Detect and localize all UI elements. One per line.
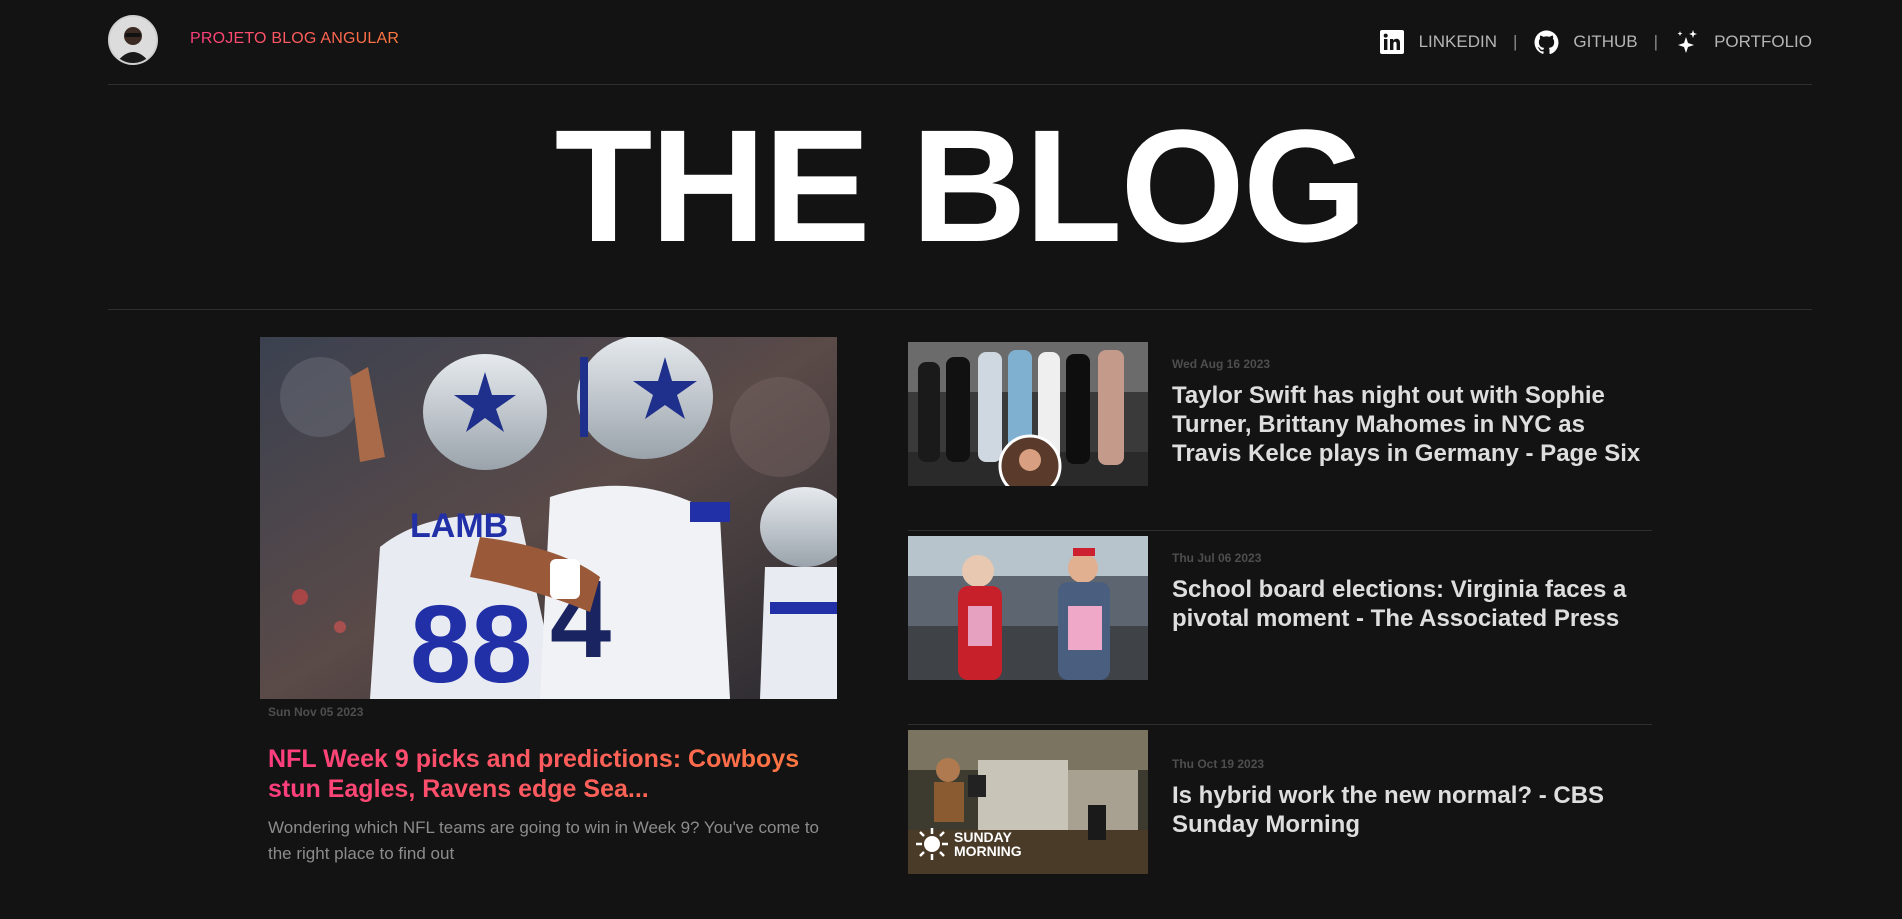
side-post: Thu Jul 06 2023 School board elections: … (908, 531, 1652, 725)
side-post-text: Thu Jul 06 2023 School board elections: … (1172, 551, 1652, 633)
nav-separator: | (1653, 32, 1659, 51)
nav-github-label: GITHUB (1573, 32, 1638, 51)
nav-linkedin[interactable]: LINKEDIN (1379, 29, 1497, 55)
side-post-text: Wed Aug 16 2023 Taylor Swift has night o… (1172, 357, 1652, 468)
side-post-image[interactable]: SUNDAY MORNING (908, 730, 1148, 874)
nav-portfolio-label: PORTFOLIO (1714, 32, 1812, 51)
featured-post-title[interactable]: NFL Week 9 picks and predictions: Cowboy… (268, 744, 837, 804)
side-post-title[interactable]: Is hybrid work the new normal? - CBS Sun… (1172, 781, 1652, 839)
github-icon (1533, 29, 1559, 55)
side-post-date: Wed Aug 16 2023 (1172, 357, 1271, 371)
nav-github[interactable]: GITHUB (1533, 29, 1638, 55)
side-post-image[interactable] (908, 536, 1148, 680)
side-post-text: Thu Oct 19 2023 Is hybrid work the new n… (1172, 757, 1652, 839)
hero-section: THE BLOG (108, 84, 1812, 310)
featured-post: 88 LAMB 4 Sun Nov 05 2023 NFL Week 9 pic… (260, 337, 837, 867)
nav-separator: | (1512, 32, 1518, 51)
sunday-morning-caption: SUNDAY MORNING (954, 829, 1022, 859)
nav-portfolio[interactable]: PORTFOLIO (1674, 29, 1812, 55)
side-post-title[interactable]: School board elections: Virginia faces a… (1172, 575, 1652, 633)
side-post-list: Wed Aug 16 2023 Taylor Swift has night o… (908, 337, 1652, 918)
site-header: PROJETO BLOG ANGULAR LINKEDIN | GITHUB |… (108, 0, 1812, 85)
side-post-date: Thu Oct 19 2023 (1172, 757, 1265, 771)
avatar[interactable] (108, 15, 158, 65)
page-title: THE BLOG (554, 96, 1368, 275)
featured-post-description: Wondering which NFL teams are going to w… (268, 818, 820, 863)
nav-linkedin-label: LINKEDIN (1418, 32, 1497, 51)
site-brand[interactable]: PROJETO BLOG ANGULAR (190, 30, 399, 48)
side-post-image[interactable] (908, 342, 1148, 486)
svg-text:88: 88 (410, 583, 532, 699)
sunday-morning-logo: SUNDAY MORNING (914, 826, 1034, 862)
social-nav: LINKEDIN | GITHUB | PORTFOLIO (1379, 29, 1812, 55)
featured-post-image[interactable]: 88 LAMB 4 (260, 337, 837, 699)
featured-post-date: Sun Nov 05 2023 (268, 705, 364, 719)
side-post-title[interactable]: Taylor Swift has night out with Sophie T… (1172, 381, 1652, 468)
side-post-date: Thu Jul 06 2023 (1172, 551, 1262, 565)
sun-icon (916, 828, 948, 860)
linkedin-icon (1379, 29, 1405, 55)
side-post: Wed Aug 16 2023 Taylor Swift has night o… (908, 337, 1652, 531)
sparkles-icon (1674, 29, 1700, 55)
side-post: SUNDAY MORNING Thu Oct 19 2023 Is hybrid… (908, 725, 1652, 918)
